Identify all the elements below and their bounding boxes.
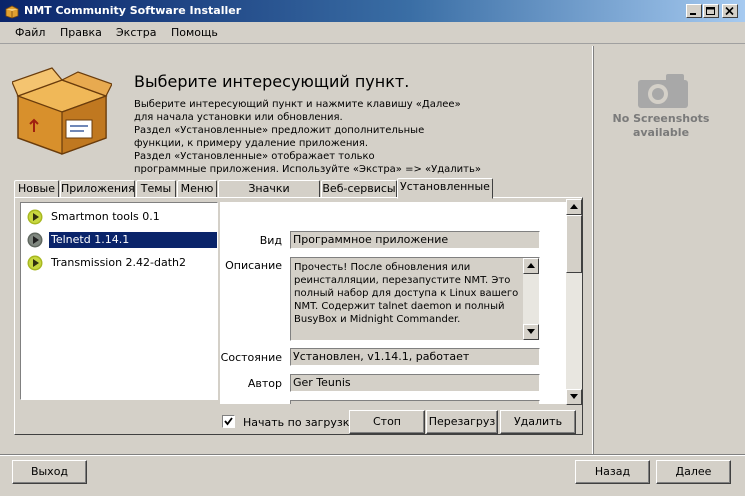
scroll-down-button[interactable] [523, 324, 539, 340]
play-icon [27, 209, 43, 225]
menu-bar: Файл Правка Экстра Помощь [0, 22, 745, 44]
play-icon [27, 255, 43, 271]
next-field-partial [290, 400, 540, 404]
exit-button[interactable]: Выход [12, 460, 87, 484]
maximize-button[interactable] [703, 4, 719, 18]
arrow-down-icon [570, 394, 578, 399]
description-line: Раздел «Установленные» предложит дополни… [134, 125, 425, 136]
tab-applications[interactable]: Приложения [60, 180, 135, 198]
package-list[interactable]: Smartmon tools 0.1 Telnetd 1.14.1 Transm… [20, 202, 218, 400]
description-line: для начала установки или обновления. [134, 112, 343, 123]
autostart-checkbox[interactable] [222, 415, 235, 428]
no-screenshots-text: No Screenshots available [600, 112, 722, 140]
close-icon [725, 7, 734, 16]
camera-icon [638, 74, 688, 108]
menu-extra[interactable]: Экстра [116, 26, 157, 40]
type-label: Вид [259, 234, 282, 247]
checkmark-icon [224, 417, 233, 426]
close-button[interactable] [722, 4, 738, 18]
menu-edit[interactable]: Правка [60, 26, 102, 40]
arrow-up-icon [527, 263, 535, 268]
description-scrollbar[interactable] [523, 258, 539, 340]
scroll-thumb[interactable] [566, 215, 582, 273]
description-line: Выберите интересующий пункт и нажмите кл… [134, 99, 461, 110]
autostart-label: Начать по загрузке [243, 416, 357, 429]
tab-themes[interactable]: Темы [136, 180, 176, 198]
state-field: Установлен, v1.14.1, работает [290, 348, 540, 366]
window-title: NMT Community Software Installer [24, 4, 242, 17]
description-line: Раздел «Установленные» отображает только [134, 151, 375, 162]
tab-new[interactable]: Новые [14, 180, 59, 198]
list-item[interactable]: Telnetd 1.14.1 [25, 230, 217, 250]
restart-button[interactable]: Перезагруз [426, 410, 498, 434]
author-field: Ger Teunis [290, 374, 540, 392]
installer-box-icon [5, 5, 19, 19]
tab-menu[interactable]: Меню [177, 180, 217, 198]
package-name: Telnetd 1.14.1 [49, 232, 217, 248]
arrow-down-icon [527, 329, 535, 334]
package-details: Вид Программное приложение Описание Проч… [220, 202, 566, 404]
next-button[interactable]: Далее [656, 460, 731, 484]
minimize-icon [690, 13, 696, 15]
scroll-up-button[interactable] [566, 199, 582, 215]
package-name: Smartmon tools 0.1 [51, 210, 160, 223]
tab-web-services[interactable]: Веб-сервисы [321, 180, 397, 198]
description-text: Прочесть! После обновления или реинсталл… [294, 262, 519, 325]
description-line: функции, к примеру удаление приложения. [134, 138, 369, 149]
no-screenshots-line: available [632, 126, 690, 139]
arrow-up-icon [570, 204, 578, 209]
menu-help[interactable]: Помощь [171, 26, 218, 40]
no-screenshots-line: No Screenshots [612, 112, 710, 125]
installer-box-icon [12, 67, 112, 155]
state-label: Состояние [220, 351, 282, 364]
title-bar: NMT Community Software Installer [0, 0, 745, 22]
details-scrollbar[interactable] [566, 199, 582, 405]
description-field: Прочесть! После обновления или реинсталл… [290, 257, 540, 341]
list-item[interactable]: Smartmon tools 0.1 [25, 207, 215, 227]
tab-installed[interactable]: Установленные [397, 178, 493, 199]
page-title: Выберите интересующий пункт. [134, 72, 410, 91]
package-name: Transmission 2.42-dath2 [51, 256, 187, 269]
scroll-down-button[interactable] [566, 389, 582, 405]
description-label: Описание [225, 259, 282, 272]
author-label: Автор [247, 377, 282, 390]
maximize-icon [706, 7, 715, 15]
scroll-up-button[interactable] [523, 258, 539, 274]
play-icon [27, 232, 43, 248]
description-line: программные приложения. Используйте «Экс… [134, 164, 482, 175]
back-button[interactable]: Назад [575, 460, 650, 484]
type-field: Программное приложение [290, 231, 540, 249]
tab-waiting-icons[interactable]: Значки ожидания [218, 180, 320, 211]
remove-button[interactable]: Удалить [500, 410, 576, 434]
stop-button[interactable]: Стоп [349, 410, 425, 434]
page-description: Выберите интересующий пункт и нажмите кл… [134, 98, 514, 176]
minimize-button[interactable] [686, 4, 702, 18]
menu-file[interactable]: Файл [15, 26, 45, 40]
list-item[interactable]: Transmission 2.42-dath2 [25, 253, 215, 273]
